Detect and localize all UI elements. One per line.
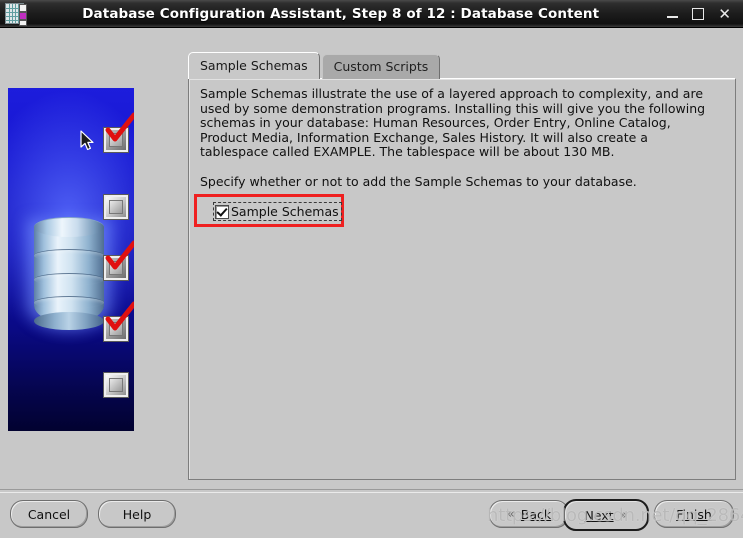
finish-button-label: Finish — [676, 506, 712, 522]
sample-schemas-checkbox-label: Sample Schemas — [231, 204, 339, 219]
illustration-checkbox-1 — [104, 128, 128, 152]
next-button-label: Next — [584, 507, 614, 523]
minimize-icon[interactable] — [667, 10, 679, 18]
dialog-window: Database Configuration Assistant, Step 8… — [0, 0, 743, 538]
help-button-label: Help — [122, 506, 152, 522]
finish-button[interactable]: Finish — [654, 500, 734, 528]
tab-custom-scripts[interactable]: Custom Scripts — [321, 54, 441, 79]
description-paragraph-2: Specify whether or not to add the Sample… — [200, 173, 637, 189]
maximize-icon[interactable] — [692, 7, 705, 20]
tab-panel-sample-schemas: Sample Schemas illustrate the use of a l… — [188, 78, 736, 480]
help-button[interactable]: Help — [98, 500, 176, 528]
close-icon[interactable]: ✕ — [718, 6, 731, 21]
panel-description: Sample Schemas illustrate the use of a l… — [200, 86, 720, 189]
next-button[interactable]: Next » — [563, 499, 649, 531]
chevron-left-icon: « — [506, 506, 515, 522]
title-bar: Database Configuration Assistant, Step 8… — [0, 0, 743, 28]
window-title: Database Configuration Assistant, Step 8… — [82, 5, 600, 22]
cancel-button-label: Cancel — [27, 506, 71, 522]
back-button-label: Back — [520, 506, 552, 522]
footer-divider — [0, 489, 743, 493]
sample-schemas-checkbox-row[interactable]: Sample Schemas — [213, 202, 342, 221]
arrow-cursor — [80, 130, 96, 152]
checkbox-focus-ring: Sample Schemas — [213, 202, 342, 221]
description-paragraph-1: Sample Schemas illustrate the use of a l… — [200, 86, 706, 160]
tab-label: Sample Schemas — [200, 58, 308, 73]
cancel-button[interactable]: Cancel — [10, 500, 88, 528]
chevron-right-icon: » — [619, 507, 628, 523]
sample-schemas-checkbox[interactable] — [215, 204, 229, 219]
illustration-checkbox-2 — [104, 195, 128, 219]
illustration-checkbox-5 — [104, 373, 128, 397]
illustration-checkbox-3 — [104, 256, 128, 280]
window-controls: ✕ — [667, 6, 731, 21]
tab-strip: Sample Schemas Custom Scripts — [188, 52, 442, 79]
tab-label: Custom Scripts — [333, 59, 429, 74]
sidebar-illustration — [8, 88, 134, 431]
illustration-checkbox-4 — [104, 317, 128, 341]
tab-sample-schemas[interactable]: Sample Schemas — [188, 52, 320, 79]
database-cylinder-icon — [34, 216, 104, 333]
back-button[interactable]: « Back — [489, 500, 569, 528]
